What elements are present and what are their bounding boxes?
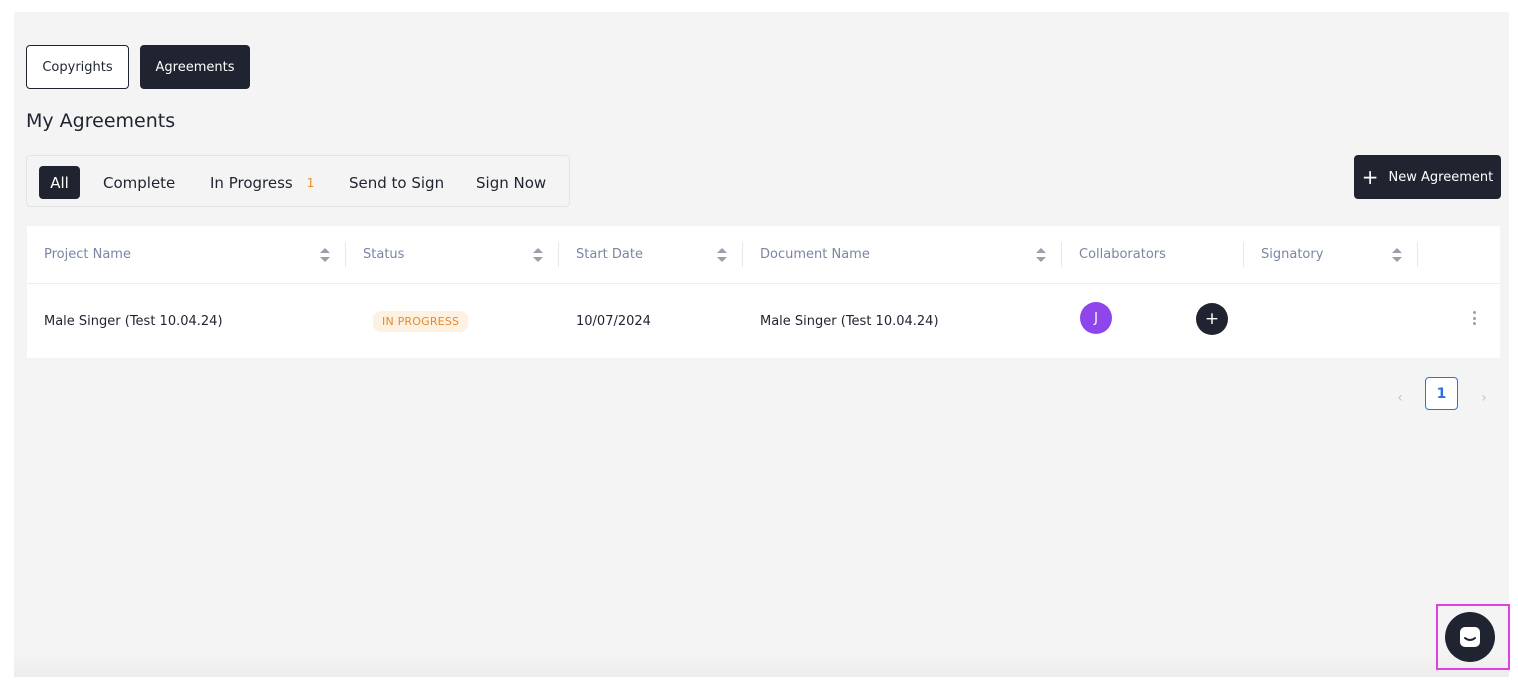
- status-filter-bar: All Complete In Progress 1 Send to Sign …: [26, 155, 570, 207]
- column-header-label: Project Name: [44, 247, 131, 262]
- filter-tab-all[interactable]: All: [39, 166, 80, 199]
- column-header-project-name[interactable]: Project Name: [27, 226, 346, 283]
- pagination-prev-button[interactable]: ‹: [1390, 382, 1410, 414]
- filter-tab-label: Send to Sign: [349, 173, 445, 192]
- chevron-left-icon: ‹: [1397, 390, 1403, 406]
- column-header-label: Status: [363, 247, 405, 262]
- copyrights-tab-button[interactable]: Copyrights: [26, 45, 129, 89]
- pagination-page-button[interactable]: 1: [1425, 377, 1458, 410]
- add-collaborator-button[interactable]: +: [1196, 303, 1228, 335]
- filter-tab-sign-now[interactable]: Sign Now: [476, 166, 546, 199]
- table-header: Project Name Status Start Date Document …: [27, 226, 1500, 284]
- filter-tab-complete[interactable]: Complete: [103, 166, 175, 199]
- page-title: My Agreements: [26, 110, 176, 132]
- document-name-cell: Male Singer (Test 10.04.24): [760, 313, 939, 329]
- column-header-collaborators: Collaborators: [1062, 226, 1244, 283]
- sort-icon[interactable]: [1036, 248, 1046, 262]
- collaborator-avatar[interactable]: J: [1080, 302, 1112, 334]
- collaborator-cell: J: [1080, 281, 1112, 355]
- chevron-right-icon: ›: [1481, 390, 1487, 406]
- agreements-tab-button[interactable]: Agreements: [140, 45, 250, 89]
- add-collaborator-cell: +: [1196, 282, 1228, 356]
- agreements-table: Project Name Status Start Date Document …: [27, 226, 1500, 358]
- chat-launcher-button[interactable]: [1445, 612, 1495, 662]
- column-header-signatory[interactable]: Signatory: [1244, 226, 1418, 283]
- column-header-status[interactable]: Status: [346, 226, 559, 283]
- chat-icon: [1460, 627, 1480, 647]
- new-agreement-label: New Agreement: [1388, 169, 1494, 185]
- filter-tab-label: In Progress: [210, 173, 293, 192]
- sort-icon[interactable]: [533, 248, 543, 262]
- filter-tab-label: Complete: [103, 173, 176, 192]
- in-progress-count-badge: 1: [306, 175, 315, 190]
- row-actions-cell: [1473, 281, 1477, 355]
- bottom-fade: [14, 655, 1509, 677]
- plus-icon: +: [1361, 165, 1379, 189]
- project-name-cell: Male Singer (Test 10.04.24): [44, 313, 223, 329]
- filter-tab-send-to-sign[interactable]: Send to Sign: [349, 166, 444, 199]
- column-header-document-name[interactable]: Document Name: [743, 226, 1062, 283]
- start-date-cell: 10/07/2024: [576, 313, 651, 329]
- column-header-start-date[interactable]: Start Date: [559, 226, 743, 283]
- new-agreement-button[interactable]: + New Agreement: [1354, 155, 1501, 199]
- column-divider: [1417, 242, 1418, 267]
- filter-tab-label: All: [50, 173, 69, 192]
- filter-tab-label: Sign Now: [476, 173, 547, 192]
- sort-icon[interactable]: [717, 248, 727, 262]
- filter-tab-in-progress[interactable]: In Progress 1: [210, 166, 314, 199]
- status-cell: IN PROGRESS: [373, 284, 469, 358]
- sort-icon[interactable]: [320, 248, 330, 262]
- column-header-label: Start Date: [576, 247, 643, 262]
- kebab-menu-icon[interactable]: [1473, 311, 1477, 325]
- plus-icon: +: [1204, 309, 1220, 329]
- table-row[interactable]: Male Singer (Test 10.04.24) IN PROGRESS …: [27, 284, 1500, 358]
- status-badge: IN PROGRESS: [373, 310, 469, 332]
- pagination-next-button[interactable]: ›: [1474, 382, 1494, 414]
- column-header-label: Signatory: [1261, 247, 1324, 262]
- main-panel: Copyrights Agreements My Agreements All …: [14, 12, 1509, 677]
- column-header-label: Collaborators: [1079, 247, 1166, 262]
- column-header-label: Document Name: [760, 247, 870, 262]
- sort-icon[interactable]: [1392, 248, 1402, 262]
